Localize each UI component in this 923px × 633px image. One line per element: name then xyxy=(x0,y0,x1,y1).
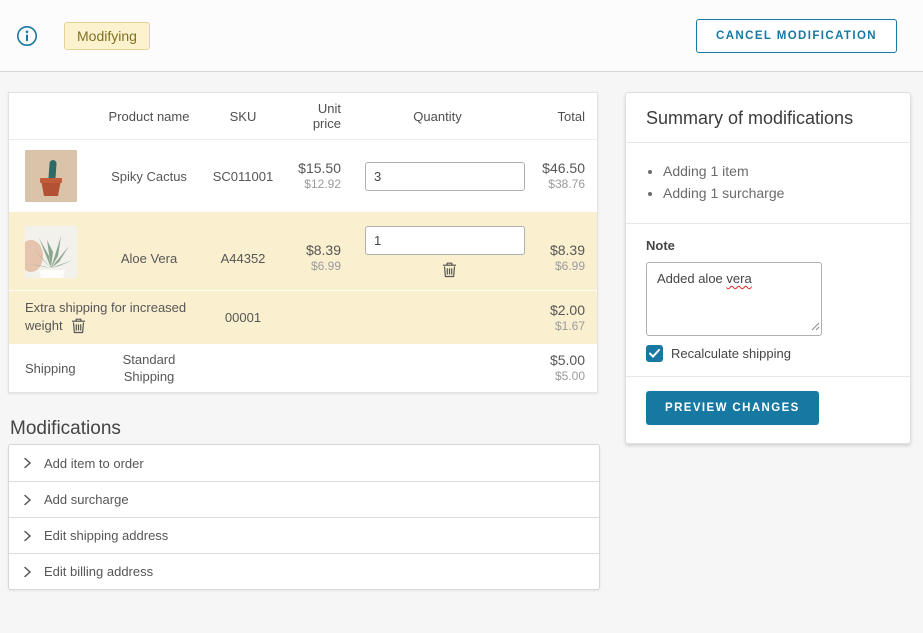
resize-handle-icon[interactable] xyxy=(810,319,820,334)
line-total: $5.00 xyxy=(534,352,585,369)
summary-list: Adding 1 item Adding 1 surcharge xyxy=(626,142,910,223)
shipping-label: Shipping xyxy=(25,361,99,376)
product-name: Aloe Vera xyxy=(99,251,199,266)
unit-price-secondary: $12.92 xyxy=(287,177,341,192)
note-textarea[interactable]: Added aloe vera xyxy=(646,262,822,336)
table-row-spiky-cactus: Spiky Cactus SC011001 $15.50 $12.92 $46.… xyxy=(9,140,597,212)
accordion-label: Edit billing address xyxy=(44,564,153,579)
quantity-input-aloe-vera[interactable] xyxy=(365,226,525,255)
top-bar: Modifying CANCEL MODIFICATION xyxy=(0,0,923,72)
summary-item: Adding 1 item xyxy=(663,163,890,179)
accordion-add-item-to-order[interactable]: Add item to order xyxy=(9,445,599,481)
line-total-secondary: $38.76 xyxy=(534,177,585,192)
product-name: Spiky Cactus xyxy=(99,169,199,184)
shipping-method: Standard Shipping xyxy=(99,351,199,385)
modifications-accordion: Add item to order Add surcharge Edit shi… xyxy=(8,444,600,590)
line-total: $2.00 xyxy=(534,302,585,319)
order-modification-page: Modifying CANCEL MODIFICATION Product na… xyxy=(0,0,923,633)
note-label: Note xyxy=(646,238,890,253)
line-total-secondary: $5.00 xyxy=(534,369,585,384)
surcharge-label: Extra shipping for increased weight xyxy=(25,300,186,333)
accordion-edit-billing-address[interactable]: Edit billing address xyxy=(9,553,599,589)
chevron-right-icon xyxy=(23,494,32,506)
cancel-modification-button[interactable]: CANCEL MODIFICATION xyxy=(696,19,897,53)
product-image-aloe-vera xyxy=(25,226,77,278)
surcharge-sku: 00001 xyxy=(199,310,287,325)
accordion-label: Add item to order xyxy=(44,456,144,471)
summary-title: Summary of modifications xyxy=(646,108,890,129)
trash-icon xyxy=(442,262,457,278)
info-icon[interactable] xyxy=(16,25,38,47)
accordion-label: Add surcharge xyxy=(44,492,129,507)
table-row-shipping: Shipping Standard Shipping $5.00 $5.00 xyxy=(9,344,597,392)
header-unit-price: Unit price xyxy=(287,101,341,131)
table-header-row: Product name SKU Unit price Quantity Tot… xyxy=(9,93,597,140)
remove-surcharge-button[interactable] xyxy=(69,316,88,336)
accordion-edit-shipping-address[interactable]: Edit shipping address xyxy=(9,517,599,553)
accordion-label: Edit shipping address xyxy=(44,528,168,543)
quantity-input-spiky-cactus[interactable] xyxy=(365,162,525,191)
product-sku: A44352 xyxy=(199,251,287,266)
order-items-table: Product name SKU Unit price Quantity Tot… xyxy=(8,92,598,393)
trash-icon xyxy=(71,318,86,334)
checkmark-icon xyxy=(649,349,660,358)
unit-price-secondary: $6.99 xyxy=(287,259,341,274)
remove-item-button[interactable] xyxy=(440,260,459,280)
chevron-right-icon xyxy=(23,566,32,578)
line-total: $8.39 xyxy=(534,242,585,259)
line-total-secondary: $6.99 xyxy=(534,259,585,274)
recalculate-shipping-checkbox[interactable]: Recalculate shipping xyxy=(646,345,890,362)
modifications-title: Modifications xyxy=(10,418,121,440)
header-total: Total xyxy=(534,109,585,124)
accordion-add-surcharge[interactable]: Add surcharge xyxy=(9,481,599,517)
product-sku: SC011001 xyxy=(199,169,287,184)
status-badge: Modifying xyxy=(64,22,150,50)
summary-panel: Summary of modifications Adding 1 item A… xyxy=(625,92,911,444)
product-image-spiky-cactus xyxy=(25,150,77,202)
unit-price: $8.39 xyxy=(287,242,341,259)
header-sku: SKU xyxy=(199,109,287,124)
chevron-right-icon xyxy=(23,530,32,542)
preview-changes-button[interactable]: PREVIEW CHANGES xyxy=(646,391,819,425)
chevron-right-icon xyxy=(23,457,32,469)
header-product-name: Product name xyxy=(99,109,199,124)
summary-item: Adding 1 surcharge xyxy=(663,185,890,201)
misspelled-word: vera xyxy=(726,271,751,286)
line-total: $46.50 xyxy=(534,160,585,177)
header-quantity: Quantity xyxy=(341,109,534,124)
table-row-aloe-vera: Aloe Vera A44352 $8.39 $6.99 xyxy=(9,212,597,290)
table-row-surcharge: Extra shipping for increased weight 0000… xyxy=(9,290,597,344)
recalculate-shipping-label: Recalculate shipping xyxy=(671,346,791,361)
line-total-secondary: $1.67 xyxy=(534,319,585,334)
unit-price: $15.50 xyxy=(287,160,341,177)
